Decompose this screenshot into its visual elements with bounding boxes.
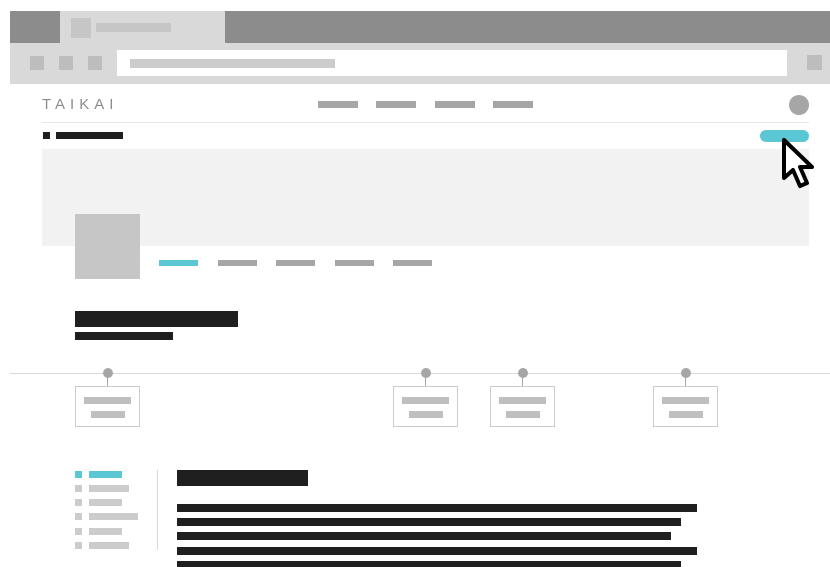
user-avatar-icon[interactable] — [789, 95, 809, 115]
article-text-line — [177, 518, 681, 526]
timeline-card-line — [669, 411, 703, 418]
article-text-line — [177, 504, 697, 512]
timeline-dot — [421, 368, 431, 378]
timeline-stem — [425, 377, 426, 386]
timeline-card[interactable] — [490, 386, 555, 427]
site-logo[interactable]: TAIKAI — [42, 96, 118, 113]
side-menu-label-placeholder — [89, 471, 122, 478]
timeline-card-line — [499, 397, 546, 404]
pointer-cursor-icon — [782, 138, 814, 188]
timeline-line — [10, 373, 830, 374]
article-text-line — [177, 547, 697, 555]
page-subtitle-placeholder — [75, 332, 173, 340]
timeline-card-line — [402, 397, 449, 404]
timeline-stem — [522, 377, 523, 386]
timeline-dot — [518, 368, 528, 378]
profile-tab-5[interactable] — [393, 260, 432, 266]
timeline-card[interactable] — [653, 386, 718, 427]
timeline-card[interactable] — [393, 386, 458, 427]
side-menu-label-placeholder — [89, 542, 129, 549]
square-bullet-icon — [75, 528, 82, 535]
square-bullet-icon — [75, 485, 82, 492]
square-bullet-icon — [75, 542, 82, 549]
square-bullet-icon — [75, 471, 82, 478]
article-title-placeholder — [177, 470, 308, 486]
forward-button[interactable] — [59, 56, 73, 70]
timeline-card-line — [662, 397, 709, 404]
article-text-line — [177, 532, 671, 540]
nav-item-3[interactable] — [435, 101, 475, 108]
square-bullet-icon — [75, 513, 82, 520]
profile-banner — [42, 149, 809, 246]
timeline-card[interactable] — [75, 386, 140, 427]
browser-menu-button[interactable] — [807, 55, 822, 70]
timeline-card-line — [506, 411, 540, 418]
profile-image — [75, 214, 140, 279]
tab-favicon-icon — [71, 18, 91, 38]
timeline-dot — [681, 368, 691, 378]
timeline-dot — [103, 368, 113, 378]
address-text-placeholder — [130, 59, 335, 68]
timeline-card-line — [409, 411, 443, 418]
header-divider — [42, 122, 809, 123]
article-text-line — [177, 561, 681, 567]
nav-item-4[interactable] — [493, 101, 533, 108]
profile-tab-1[interactable] — [159, 260, 198, 266]
timeline-card-line — [84, 397, 131, 404]
tab-title-placeholder — [96, 23, 171, 32]
side-menu-label-placeholder — [89, 528, 122, 535]
side-menu-label-placeholder — [89, 513, 138, 520]
timeline-stem — [685, 377, 686, 386]
reload-button[interactable] — [88, 56, 102, 70]
timeline-card-line — [91, 411, 125, 418]
side-menu-label-placeholder — [89, 499, 122, 506]
nav-item-1[interactable] — [318, 101, 358, 108]
profile-tab-4[interactable] — [335, 260, 374, 266]
profile-tab-3[interactable] — [276, 260, 315, 266]
timeline-stem — [107, 377, 108, 386]
profile-tab-2[interactable] — [218, 260, 257, 266]
breadcrumb-placeholder[interactable] — [56, 132, 123, 139]
square-bullet-icon — [43, 132, 50, 139]
side-menu-label-placeholder — [89, 485, 129, 492]
square-bullet-icon — [75, 499, 82, 506]
nav-item-2[interactable] — [376, 101, 416, 108]
back-button[interactable] — [30, 56, 44, 70]
side-menu-divider — [157, 470, 158, 550]
page-title-placeholder — [75, 311, 238, 327]
